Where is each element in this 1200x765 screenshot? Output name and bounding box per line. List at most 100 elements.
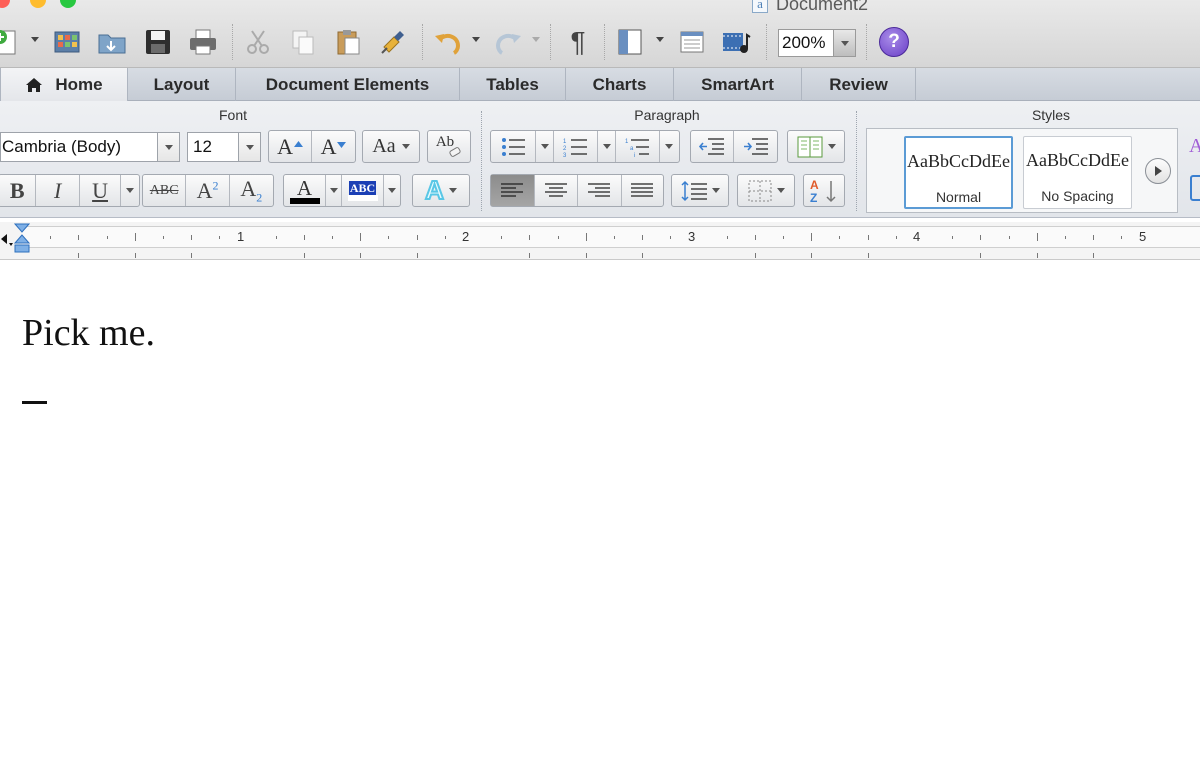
ruler[interactable]: 1 2 3 4 5 (0, 222, 1200, 260)
tab-home[interactable]: Home (0, 68, 128, 101)
copy-icon (292, 30, 314, 55)
grow-font-button[interactable]: A (269, 131, 313, 162)
numbering-dropdown-arrow[interactable] (598, 131, 616, 162)
format-painter-button[interactable] (375, 24, 411, 60)
change-case-icon: Aa (372, 135, 396, 157)
ruler-tick (219, 236, 220, 239)
tab-tables[interactable]: Tables (460, 68, 566, 101)
subscript-button[interactable]: A2 (230, 175, 273, 206)
minimize-window-button[interactable] (30, 0, 46, 8)
document-page[interactable]: Pick me. (0, 261, 1200, 765)
text-cursor (22, 401, 47, 404)
multilevel-list-dropdown-arrow[interactable] (660, 131, 678, 162)
highlight-button[interactable]: ABC (342, 175, 384, 206)
line-spacing-button[interactable] (671, 174, 729, 207)
ruler-number: 1 (237, 229, 245, 244)
save-button[interactable] (140, 24, 176, 60)
style-normal[interactable]: AaBbCcDdEe Normal (904, 136, 1013, 209)
numbering-button[interactable]: 123 (554, 131, 598, 162)
bold-button[interactable]: B (0, 175, 37, 206)
document-text[interactable]: Pick me. (22, 311, 155, 355)
font-name-select[interactable]: Cambria (Body) (0, 132, 180, 162)
help-button[interactable]: ? (876, 24, 912, 60)
justify-button[interactable] (622, 175, 664, 206)
tab-review[interactable]: Review (802, 68, 916, 101)
tab-stop-icon[interactable] (0, 230, 14, 253)
shrink-font-button[interactable]: A (312, 131, 355, 162)
svg-text:1: 1 (625, 139, 629, 145)
multilevel-list-button[interactable]: 1ai (616, 131, 660, 162)
sidebar-button[interactable] (612, 24, 648, 60)
align-right-button[interactable] (578, 175, 622, 206)
multilevel-list-icon: 1ai (625, 139, 649, 157)
strikethrough-button[interactable]: ABC (143, 175, 187, 206)
new-dropdown-arrow[interactable] (31, 37, 39, 42)
new-document-button[interactable] (0, 24, 24, 60)
media-browser-button[interactable] (718, 24, 754, 60)
underline-button[interactable]: U (80, 175, 122, 206)
ruler-tick (191, 235, 192, 240)
style-no-spacing[interactable]: AaBbCcDdEe No Spacing (1023, 136, 1132, 209)
ruler-number: 2 (462, 229, 470, 244)
show-formatting-button[interactable]: ¶ (560, 24, 596, 60)
toolbox-button[interactable] (674, 24, 710, 60)
tab-smartart[interactable]: SmartArt (674, 68, 802, 101)
columns-button[interactable] (787, 130, 845, 163)
tab-charts[interactable]: Charts (566, 68, 674, 101)
ruler-tick (727, 236, 728, 239)
ruler-tick (642, 235, 643, 240)
italic-button[interactable]: I (36, 175, 80, 206)
decrease-indent-button[interactable] (691, 131, 735, 162)
paste-button[interactable] (330, 24, 366, 60)
ruler-bottom-tick (529, 253, 530, 258)
zoom-dropdown-arrow[interactable] (833, 30, 855, 56)
align-center-button[interactable] (535, 175, 578, 206)
cut-button[interactable] (240, 24, 276, 60)
redo-button[interactable] (490, 24, 526, 60)
shrink-font-icon: A (320, 133, 337, 159)
font-name-dropdown-arrow[interactable] (157, 133, 179, 161)
sidebar-dropdown-arrow[interactable] (656, 37, 664, 42)
superscript-button[interactable]: A2 (186, 175, 230, 206)
increase-indent-button[interactable] (734, 131, 777, 162)
zoom-select[interactable]: 200% (778, 29, 856, 57)
undo-button[interactable] (430, 24, 466, 60)
templates-button[interactable] (49, 24, 85, 60)
zoom-window-button[interactable] (60, 0, 76, 8)
copy-button[interactable] (285, 24, 321, 60)
font-size-dropdown-arrow[interactable] (238, 133, 260, 161)
font-size-select[interactable]: 12 (187, 132, 261, 162)
redo-dropdown-arrow[interactable] (532, 37, 540, 42)
alignment-group (490, 174, 664, 207)
bullets-dropdown-arrow[interactable] (536, 131, 554, 162)
align-left-button[interactable] (491, 175, 535, 206)
change-case-button[interactable]: Aa (362, 130, 420, 163)
ruler-tick (952, 236, 953, 239)
ruler-tick (135, 233, 136, 241)
underline-dropdown-arrow[interactable] (121, 175, 139, 206)
styles-next-button[interactable] (1145, 158, 1171, 184)
sort-button[interactable]: A Z (803, 174, 845, 207)
tab-document-elements[interactable]: Document Elements (236, 68, 460, 101)
open-button[interactable] (94, 24, 130, 60)
font-color-dropdown-arrow[interactable] (326, 175, 342, 206)
bullets-button[interactable] (492, 131, 536, 162)
font-color-button[interactable]: A (284, 175, 326, 206)
print-button[interactable] (185, 24, 221, 60)
increase-indent-icon (743, 137, 768, 155)
undo-dropdown-arrow[interactable] (472, 37, 480, 42)
paragraph-group-title: Paragraph (634, 107, 700, 123)
highlight-dropdown-arrow[interactable] (384, 175, 400, 206)
borders-button[interactable] (737, 174, 795, 207)
align-center-icon (544, 182, 567, 197)
color-format-group: A ABC (283, 174, 401, 207)
indent-marker-icon[interactable] (14, 223, 30, 259)
redo-icon (495, 33, 521, 55)
clear-formatting-button[interactable]: Ab (427, 130, 471, 163)
svg-text:3: 3 (563, 153, 567, 157)
close-window-button[interactable] (0, 0, 10, 8)
play-icon (1155, 166, 1162, 176)
style-sample: AaBbCcDdEe (1026, 150, 1129, 170)
text-effects-button[interactable]: A (412, 174, 470, 207)
tab-layout[interactable]: Layout (128, 68, 236, 101)
